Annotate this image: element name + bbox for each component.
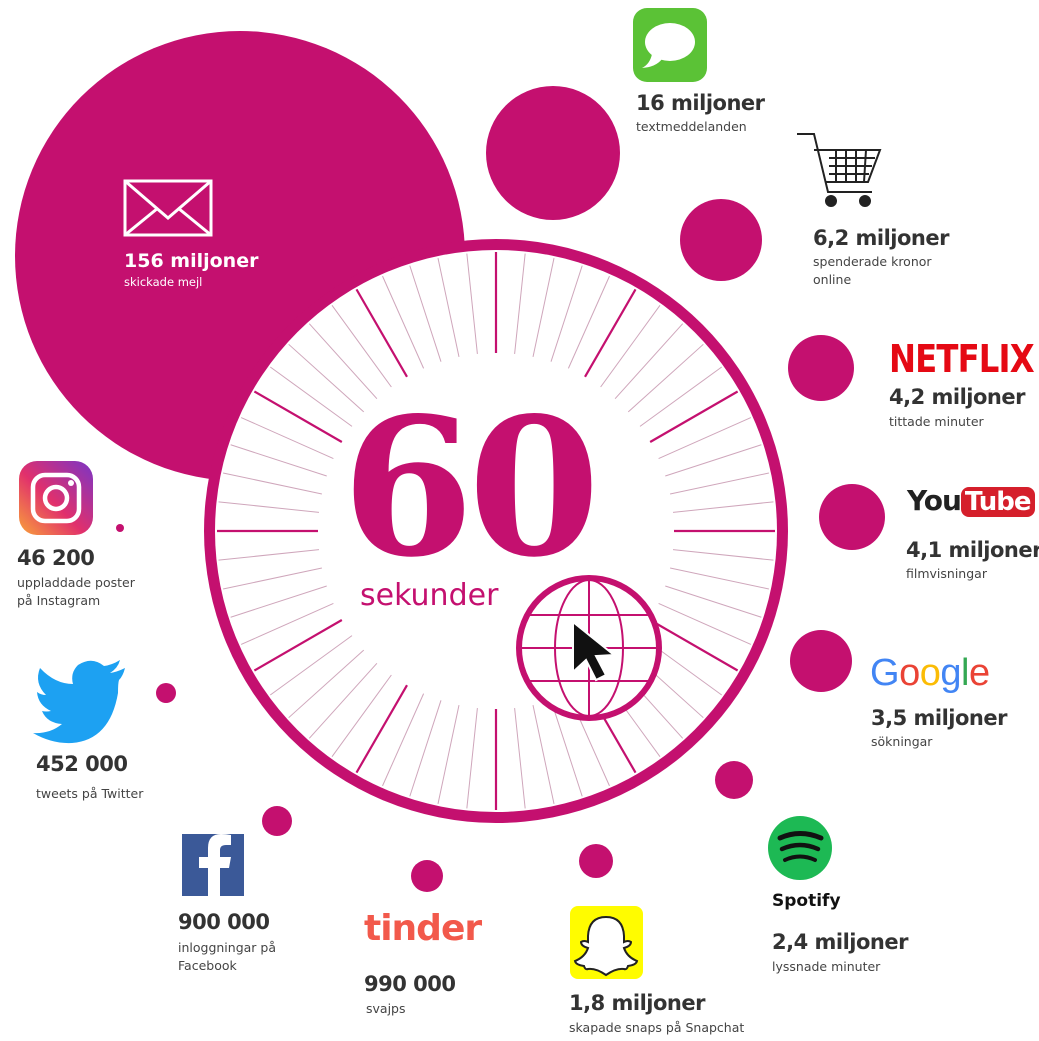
shopping-desc-line1: spenderade kronor [813,254,932,269]
sms-desc: textmeddelanden [636,119,747,134]
youtube-value: 4,1 miljoner [906,538,1039,562]
youtube-logo-tube: Tube [960,487,1035,517]
shopping-desc-line2: online [813,272,852,287]
facebook-desc-line1: inloggningar på [178,940,277,955]
google-logo-letter: o [919,652,941,694]
google-logo-letter: l [960,652,969,694]
center-unit: sekunder [360,578,499,613]
sms-value: 16 miljoner [636,91,765,115]
spotify-desc: lyssnade minuter [772,959,881,974]
spotify-logo: Spotify [772,891,841,911]
snapchat-desc: skapade snaps på Snapchat [569,1020,745,1035]
snapchat-ghost-icon [570,906,643,979]
tinder-desc: svajps [366,1001,406,1016]
facebook-value: 900 000 [178,910,270,934]
email-desc: skickade mejl [124,275,203,289]
snapchat-bubble [579,844,613,878]
google-value: 3,5 miljoner [871,706,1007,730]
shopping-value: 6,2 miljoner [813,226,949,250]
tinder-value: 990 000 [364,972,456,996]
shopping-bubble [680,199,762,281]
email-value: 156 miljoner [124,250,259,272]
snapchat-value: 1,8 miljoner [569,991,705,1015]
youtube-desc: filmvisningar [906,566,987,581]
netflix-bubble [788,335,854,401]
spotify-value: 2,4 miljoner [772,930,908,954]
youtube-logo: You Tube [907,484,1035,517]
twitter-bird-icon [33,660,125,744]
netflix-logo: NETFLIX [889,337,1035,381]
netflix-value: 4,2 miljoner [889,385,1025,409]
instagram-desc-line1: uppladdade poster [17,575,135,590]
facebook-icon [182,834,244,896]
google-logo-letter: o [899,652,920,694]
facebook-bubble [262,806,292,836]
shopping-cart-icon [797,133,882,207]
youtube-logo-you: You [907,484,962,517]
tinder-logo: tinder [364,908,482,949]
netflix-desc: tittade minuter [889,414,984,429]
facebook-desc-line2: Facebook [178,958,237,973]
twitter-desc: tweets på Twitter [36,786,144,801]
instagram-bubble [116,524,124,532]
youtube-bubble [819,484,885,550]
instagram-value: 46 200 [17,546,95,570]
twitter-value: 452 000 [36,752,128,776]
spotify-icon [768,816,832,880]
sms-bubble [486,86,620,220]
google-logo-letter: e [968,652,990,694]
google-logo-letter: g [940,652,961,694]
google-logo-letter: G [870,652,900,694]
spotify-bubble [715,761,753,799]
message-bubble-icon [633,8,707,82]
tinder-bubble [411,860,443,892]
google-bubble [790,630,852,692]
google-desc: sökningar [871,734,933,749]
twitter-bubble [156,683,176,703]
instagram-icon [19,461,93,535]
google-logo: Google [870,652,990,695]
instagram-desc-line2: på Instagram [17,593,101,608]
center-number: 60 [341,376,600,599]
globe-cursor-icon [516,575,662,721]
